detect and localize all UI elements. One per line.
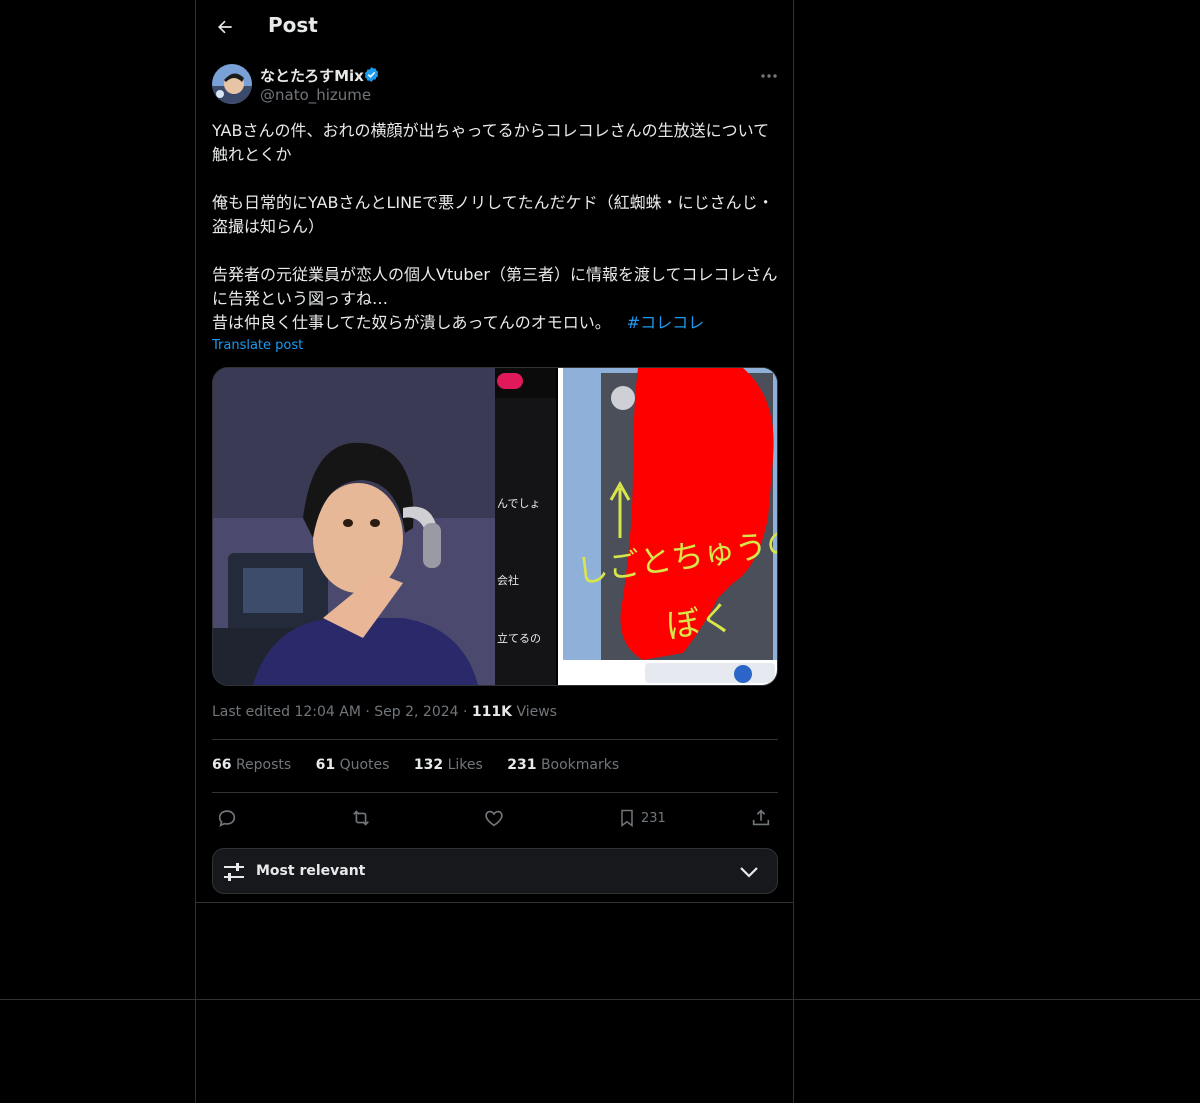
sort-label: Most relevant — [256, 863, 366, 879]
tweet-paragraph-last: 昔は仲良く仕事してた奴らが潰しあってんのオモロい。 #コレコレ — [212, 311, 780, 335]
repost-icon — [353, 810, 369, 826]
likes-stat[interactable]: 132 Likes — [414, 757, 483, 773]
share-icon — [752, 809, 770, 826]
like-button[interactable] — [483, 804, 505, 832]
bookmarks-stat[interactable]: 231 Bookmarks — [507, 757, 619, 773]
tweet-paragraph-text: 昔は仲良く仕事してた奴らが潰しあってんのオモロい。 — [212, 313, 611, 332]
back-button[interactable] — [212, 14, 238, 40]
page-title: Post — [268, 13, 318, 37]
media-image: んでしょ 会社 立てるの しごとちゅうの ぼく — [213, 368, 777, 685]
bookmark-button[interactable]: 231 — [617, 804, 666, 832]
chevron-down-icon — [740, 867, 758, 878]
post-header: Post — [196, 0, 793, 55]
avatar[interactable] — [212, 64, 252, 104]
more-button[interactable] — [758, 66, 780, 86]
divider — [196, 902, 793, 903]
chat-text: んでしょ — [497, 497, 540, 510]
reply-sort-dropdown[interactable]: Most relevant — [212, 848, 778, 894]
divider — [212, 739, 778, 740]
post-meta: Last edited 12:04 AM · Sep 2, 2024 · 111… — [212, 704, 557, 720]
main-column: Post なとたろすMix @nato_hizume YABさんの件、おれの横顔… — [195, 0, 794, 1103]
views-label: Views — [516, 704, 557, 720]
quotes-stat[interactable]: 61 Quotes — [316, 757, 390, 773]
hashtag-link[interactable]: #コレコレ — [627, 313, 704, 332]
edited-time[interactable]: Last edited 12:04 AM — [212, 704, 361, 720]
reposts-stat[interactable]: 66 Reposts — [212, 757, 291, 773]
tweet-paragraph: YABさんの件、おれの横顔が出ちゃってるからコレコレさんの生放送について触れとく… — [212, 121, 770, 164]
sliders-icon — [224, 863, 244, 881]
tweet-text: YABさんの件、おれの横顔が出ちゃってるからコレコレさんの生放送について触れとく… — [212, 119, 780, 335]
bookmark-count: 231 — [641, 810, 666, 826]
reply-button[interactable] — [216, 804, 238, 832]
more-icon — [761, 74, 777, 78]
chat-text: 会社 — [497, 573, 519, 587]
bookmark-icon — [621, 809, 633, 827]
post-date[interactable]: Sep 2, 2024 — [374, 704, 458, 720]
tweet-paragraph: 俺も日常的にYABさんとLINEで悪ノリしてたんだケド（紅蜘蛛・にじさんじ・盗撮… — [212, 193, 774, 236]
chat-text: 立てるの — [497, 631, 541, 645]
divider — [212, 792, 778, 793]
tweet-paragraph: 告発者の元従業員が恋人の個人Vtuber（第三者）に情報を渡してコレコレさんに告… — [212, 265, 778, 308]
post-media[interactable]: んでしょ 会社 立てるの しごとちゅうの ぼく — [212, 367, 778, 686]
views-count: 111K — [471, 704, 512, 720]
verified-badge-icon — [364, 67, 379, 82]
author-handle[interactable]: @nato_hizume — [260, 86, 371, 104]
share-button[interactable] — [750, 804, 772, 832]
translate-post-link[interactable]: Translate post — [212, 338, 303, 353]
like-icon — [485, 810, 503, 827]
page-divider — [0, 999, 1200, 1000]
author-name[interactable]: なとたろすMix — [260, 65, 364, 86]
repost-button[interactable] — [349, 804, 373, 832]
engagement-stats: 66 Reposts 61 Quotes 132 Likes 231 Bookm… — [212, 757, 639, 773]
action-bar: 231 — [212, 804, 780, 832]
reply-icon — [218, 810, 236, 827]
back-arrow-icon — [218, 20, 232, 34]
